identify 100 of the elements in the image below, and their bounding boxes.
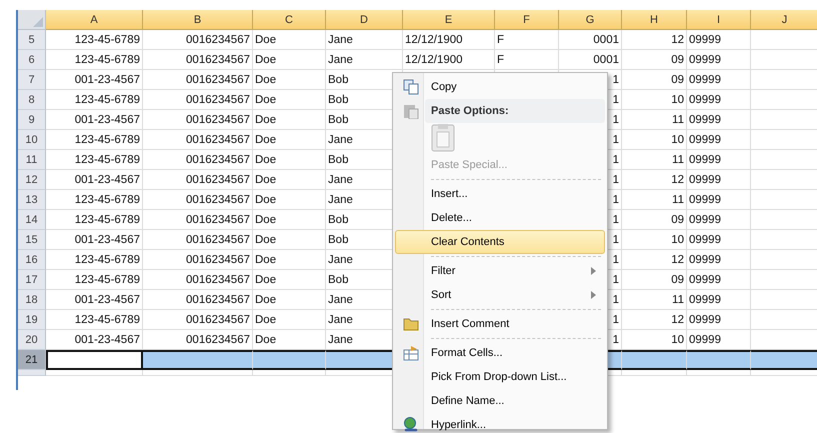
column-header[interactable]: F: [495, 10, 559, 30]
row-header[interactable]: 19: [18, 310, 46, 330]
table-cell: Doe: [253, 50, 326, 70]
menu-item[interactable]: Define Name...: [395, 389, 605, 413]
table-cell: 09999: [687, 90, 751, 110]
table-cell: Doe: [253, 90, 326, 110]
row-header[interactable]: 18: [18, 290, 46, 310]
corner-triangle-icon: [33, 17, 43, 27]
table-cell: Doe: [253, 270, 326, 290]
table-cell: Doe: [253, 190, 326, 210]
table-cell: Doe: [253, 210, 326, 230]
row-header[interactable]: 7: [18, 70, 46, 90]
table-cell: 0016234567: [143, 310, 253, 330]
table-cell: 0016234567: [143, 210, 253, 230]
table-cell: 12: [622, 170, 687, 190]
menu-item[interactable]: Pick From Drop-down List...: [395, 365, 605, 389]
column-header[interactable]: H: [622, 10, 687, 30]
row-header[interactable]: 8: [18, 90, 46, 110]
table-cell: 12/12/1900: [403, 50, 495, 70]
table-cell: Doe: [253, 230, 326, 250]
table-cell: 0016234567: [143, 70, 253, 90]
table-cell: 123-45-6789: [46, 150, 143, 170]
table-cell: Doe: [253, 250, 326, 270]
row-header[interactable]: 14: [18, 210, 46, 230]
table-cell: Doe: [253, 170, 326, 190]
table-cell: 09999: [687, 230, 751, 250]
table-cell: 0001: [559, 30, 622, 50]
table-cell: [622, 350, 687, 370]
table-cell: 12: [622, 30, 687, 50]
row-header[interactable]: 9: [18, 110, 46, 130]
table-cell: 0016234567: [143, 130, 253, 150]
row-header[interactable]: 13: [18, 190, 46, 210]
table-cell: Doe: [253, 70, 326, 90]
table-cell: Doe: [253, 110, 326, 130]
table-cell: 0016234567: [143, 250, 253, 270]
table-cell: 123-45-6789: [46, 130, 143, 150]
table-cell: 09999: [687, 270, 751, 290]
table-cell: 11: [622, 290, 687, 310]
column-header[interactable]: G: [559, 10, 622, 30]
table-cell: 09: [622, 210, 687, 230]
row-header[interactable]: 11: [18, 150, 46, 170]
column-header[interactable]: D: [326, 10, 403, 30]
table-cell: 10: [622, 230, 687, 250]
table-cell: 12/12/1900: [403, 30, 495, 50]
table-cell: 123-45-6789: [46, 310, 143, 330]
row-header[interactable]: [18, 370, 46, 376]
table-cell: 0016234567: [143, 150, 253, 170]
column-header[interactable]: J: [751, 10, 817, 30]
table-cell: 001-23-4567: [46, 290, 143, 310]
table-cell: 123-45-6789: [46, 90, 143, 110]
row-header[interactable]: 6: [18, 50, 46, 70]
column-header[interactable]: C: [253, 10, 326, 30]
table-cell: 10: [622, 90, 687, 110]
table-cell: 0016234567: [143, 230, 253, 250]
table-cell: 09: [622, 70, 687, 90]
table-cell: 11: [622, 190, 687, 210]
row-header[interactable]: 20: [18, 330, 46, 350]
table-cell: 123-45-6789: [46, 30, 143, 50]
row-header[interactable]: 15: [18, 230, 46, 250]
table-cell: 11: [622, 150, 687, 170]
table-cell: 09: [622, 50, 687, 70]
submenu-arrow-icon: [591, 267, 596, 275]
row-header[interactable]: 16: [18, 250, 46, 270]
menu-item[interactable]: Clear Contents: [395, 230, 605, 254]
table-cell: F: [495, 50, 559, 70]
row-header[interactable]: 21: [18, 350, 46, 370]
table-cell: 09: [622, 270, 687, 290]
column-header[interactable]: E: [403, 10, 495, 30]
menu-section-title: Paste Options:: [430, 105, 509, 117]
column-header[interactable]: B: [143, 10, 253, 30]
paste-icon[interactable]: [431, 124, 455, 152]
column-header[interactable]: A: [46, 10, 143, 30]
table-cell: 0001: [559, 50, 622, 70]
submenu-arrow-icon: [591, 291, 596, 299]
clipboard-icon: [403, 103, 419, 119]
table-cell: 001-23-4567: [46, 110, 143, 130]
row-header[interactable]: 10: [18, 130, 46, 150]
row-header[interactable]: 5: [18, 30, 46, 50]
table-cell: [751, 350, 817, 370]
table-cell: 0016234567: [143, 50, 253, 70]
table-cell: 12: [622, 310, 687, 330]
table-cell: 123-45-6789: [46, 210, 143, 230]
table-cell: 0016234567: [143, 270, 253, 290]
table-cell: 09999: [687, 290, 751, 310]
table-cell: 09999: [687, 190, 751, 210]
table-cell: 0016234567: [143, 110, 253, 130]
table-cell: Doe: [253, 310, 326, 330]
table-cell: 09999: [687, 310, 751, 330]
table-cell: 09999: [687, 170, 751, 190]
table-cell: 123-45-6789: [46, 250, 143, 270]
folder-icon: [403, 317, 419, 331]
column-header[interactable]: I: [687, 10, 751, 30]
row-header[interactable]: 17: [18, 270, 46, 290]
select-all-corner[interactable]: [18, 10, 46, 30]
table-cell: 09999: [687, 30, 751, 50]
menu-item[interactable]: Hyperlink...: [395, 413, 605, 433]
table-cell: 09999: [687, 130, 751, 150]
table-cell: 123-45-6789: [46, 50, 143, 70]
table-cell: Jane: [326, 30, 403, 50]
row-header[interactable]: 12: [18, 170, 46, 190]
